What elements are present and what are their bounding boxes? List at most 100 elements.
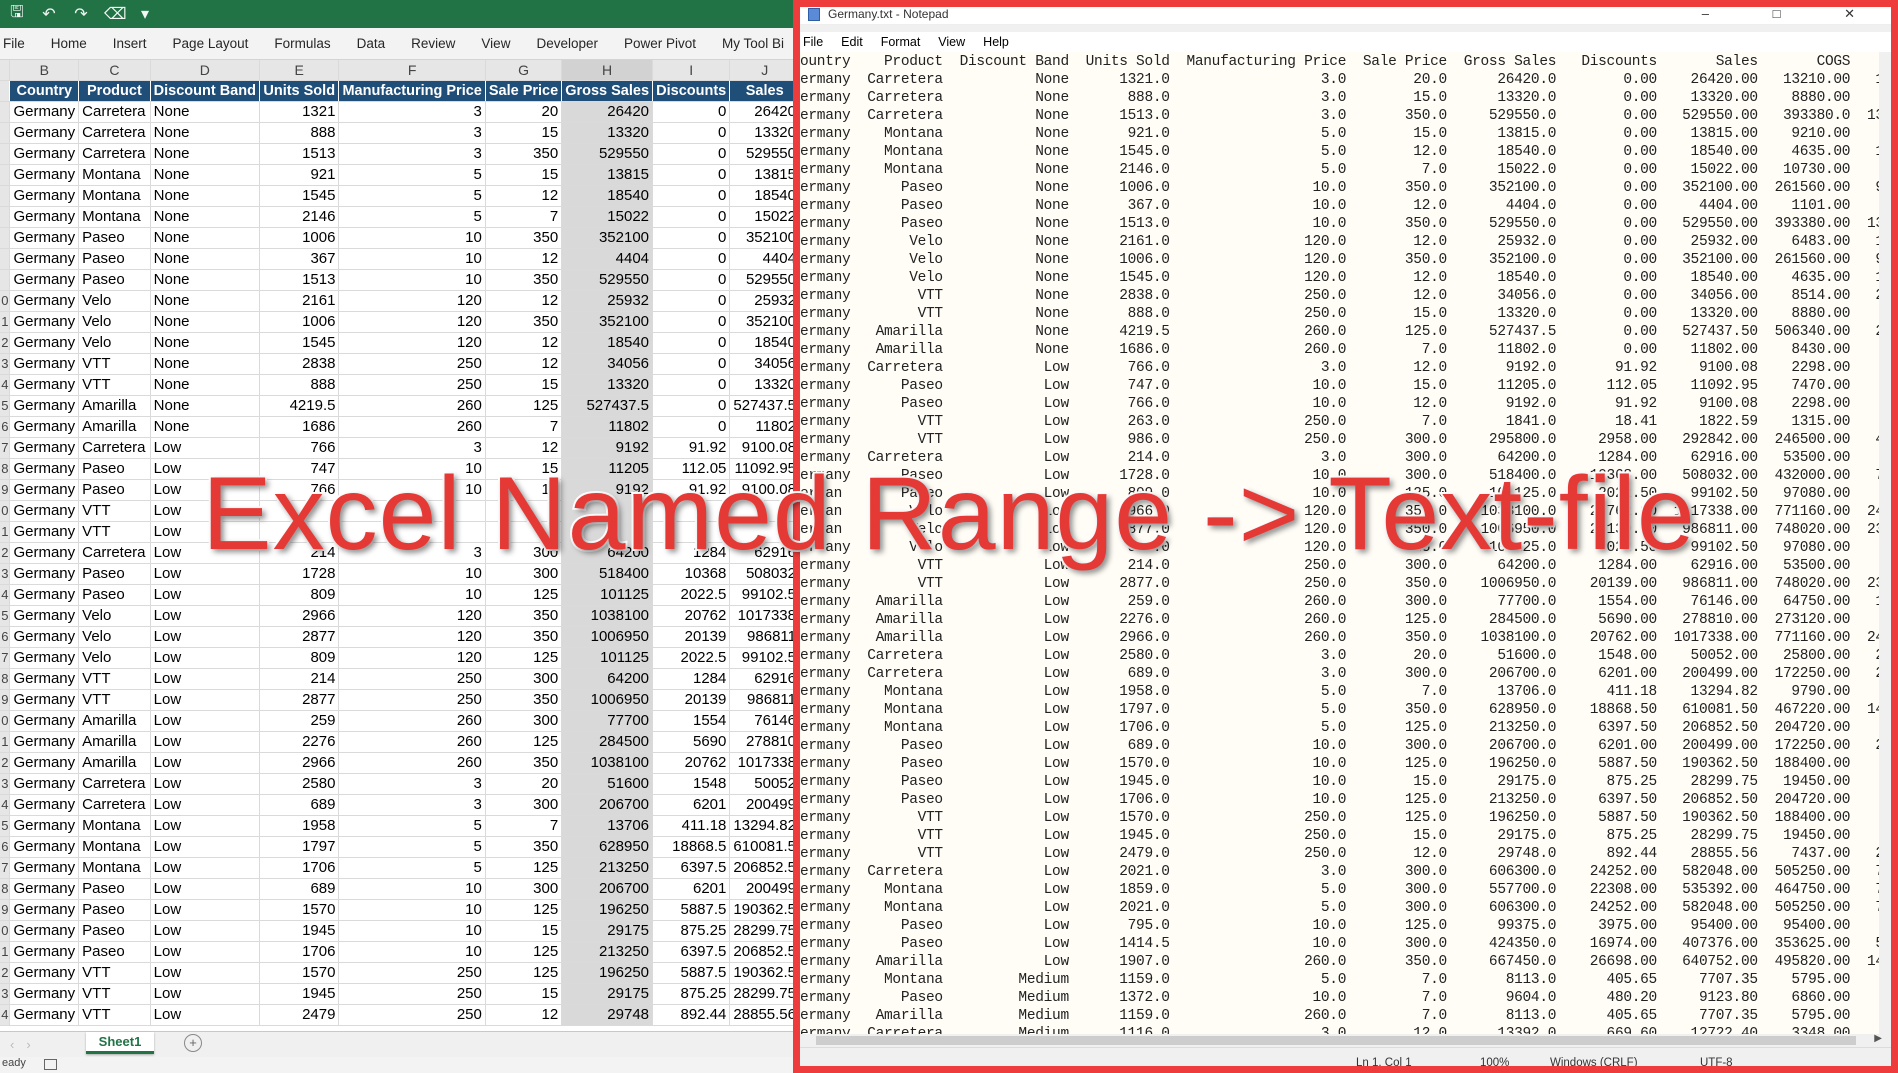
table-cell[interactable]: 300 bbox=[485, 878, 563, 900]
add-sheet-icon[interactable]: + bbox=[184, 1034, 202, 1052]
table-cell[interactable]: 76146 bbox=[729, 710, 800, 732]
table-cell[interactable]: Germany bbox=[9, 668, 80, 690]
menu-view[interactable]: View bbox=[929, 35, 974, 49]
table-cell[interactable]: 350 bbox=[485, 836, 563, 858]
table-cell[interactable]: None bbox=[150, 290, 260, 312]
table-cell[interactable]: Germany bbox=[9, 416, 80, 438]
table-cell[interactable]: VTT bbox=[78, 962, 151, 984]
table-cell[interactable]: 0 bbox=[652, 395, 731, 417]
table-cell[interactable]: 6397.5 bbox=[652, 857, 731, 879]
table-cell[interactable]: 3 bbox=[338, 542, 486, 564]
table-cell[interactable]: 15 bbox=[485, 458, 563, 480]
table-cell[interactable]: Low bbox=[150, 437, 260, 459]
table-cell[interactable]: Germany bbox=[9, 458, 80, 480]
table-cell[interactable]: 13706 bbox=[561, 815, 654, 837]
table-cell[interactable]: 190362.5 bbox=[729, 962, 800, 984]
row-header[interactable]: 5 bbox=[0, 815, 11, 837]
table-cell[interactable]: Low bbox=[150, 857, 260, 879]
column-header-d[interactable]: D bbox=[150, 60, 260, 81]
row-header[interactable]: 4 bbox=[0, 1004, 11, 1026]
table-cell[interactable]: 120 bbox=[338, 290, 486, 312]
table-cell[interactable]: Germany bbox=[9, 563, 80, 585]
row-header[interactable] bbox=[0, 80, 11, 102]
table-cell[interactable]: 352100 bbox=[729, 227, 800, 249]
table-cell[interactable]: 15 bbox=[485, 164, 563, 186]
table-cell[interactable]: Low bbox=[150, 899, 260, 921]
table-cell[interactable]: 7 bbox=[485, 206, 563, 228]
table-cell[interactable]: 2161 bbox=[259, 290, 340, 312]
row-header[interactable]: 1 bbox=[0, 731, 11, 753]
table-cell[interactable]: Germany bbox=[9, 773, 80, 795]
table-cell[interactable]: 0 bbox=[652, 374, 731, 396]
table-cell[interactable] bbox=[485, 500, 563, 522]
table-cell[interactable]: 214 bbox=[259, 542, 340, 564]
table-cell[interactable]: VTT bbox=[78, 689, 151, 711]
table-cell[interactable]: 125 bbox=[485, 731, 563, 753]
table-cell[interactable]: Low bbox=[150, 563, 260, 585]
table-cell[interactable]: 206852.5 bbox=[729, 941, 800, 963]
table-cell[interactable]: 101125 bbox=[561, 647, 654, 669]
table-cell[interactable]: 0 bbox=[652, 143, 731, 165]
row-header[interactable]: 1 bbox=[0, 521, 11, 543]
table-cell[interactable]: 2022.5 bbox=[652, 647, 731, 669]
horizontal-scrollbar[interactable]: ▶ bbox=[800, 1033, 1886, 1047]
table-cell[interactable]: 10 bbox=[338, 563, 486, 585]
table-cell[interactable]: 15 bbox=[485, 122, 563, 144]
table-cell[interactable]: 300 bbox=[485, 710, 563, 732]
table-cell[interactable]: 15022 bbox=[729, 206, 800, 228]
table-cell[interactable]: Germany bbox=[9, 269, 80, 291]
table-cell[interactable]: 1554 bbox=[652, 710, 731, 732]
table-cell[interactable]: Carretera bbox=[78, 101, 151, 123]
table-cell[interactable]: 250 bbox=[338, 374, 486, 396]
table-cell[interactable]: 7 bbox=[485, 416, 563, 438]
row-header[interactable]: 5 bbox=[0, 395, 11, 417]
row-header[interactable]: 3 bbox=[0, 563, 11, 585]
table-cell[interactable]: 747 bbox=[259, 458, 340, 480]
table-cell[interactable]: 13320 bbox=[561, 374, 654, 396]
table-cell[interactable]: Germany bbox=[9, 185, 80, 207]
table-cell[interactable]: 120 bbox=[338, 332, 486, 354]
table-cell[interactable]: Montana bbox=[78, 185, 151, 207]
table-cell[interactable]: Germany bbox=[9, 143, 80, 165]
table-cell[interactable]: 10 bbox=[338, 458, 486, 480]
table-cell[interactable]: Montana bbox=[78, 815, 151, 837]
table-cell[interactable]: 1006950 bbox=[561, 626, 654, 648]
row-header[interactable]: 6 bbox=[0, 626, 11, 648]
table-cell[interactable]: Germany bbox=[9, 647, 80, 669]
table-cell[interactable]: 10 bbox=[338, 248, 486, 270]
table-cell[interactable] bbox=[485, 521, 563, 543]
table-cell[interactable]: 5 bbox=[338, 185, 486, 207]
row-header[interactable]: 0 bbox=[0, 920, 11, 942]
table-cell[interactable]: 1006 bbox=[259, 311, 340, 333]
table-cell[interactable]: Low bbox=[150, 773, 260, 795]
row-header[interactable]: 7 bbox=[0, 857, 11, 879]
table-cell[interactable]: 1728 bbox=[259, 563, 340, 585]
table-cell[interactable]: Germany bbox=[9, 941, 80, 963]
table-cell[interactable]: 0 bbox=[652, 122, 731, 144]
table-cell[interactable]: 25932 bbox=[729, 290, 800, 312]
row-header[interactable]: 4 bbox=[0, 794, 11, 816]
table-cell[interactable]: 4219.5 bbox=[259, 395, 340, 417]
menu-file[interactable]: File bbox=[800, 35, 832, 49]
table-cell[interactable]: Germany bbox=[9, 1004, 80, 1026]
table-cell[interactable]: 50052 bbox=[729, 773, 800, 795]
table-cell[interactable]: VTT bbox=[78, 1004, 151, 1026]
table-cell[interactable]: 206852.5 bbox=[729, 857, 800, 879]
table-cell[interactable]: 120 bbox=[338, 311, 486, 333]
table-cell[interactable]: 411.18 bbox=[652, 815, 731, 837]
table-cell[interactable]: Germany bbox=[9, 290, 80, 312]
table-cell[interactable]: 0 bbox=[652, 311, 731, 333]
table-cell[interactable]: 1570 bbox=[259, 962, 340, 984]
table-cell[interactable]: Germany bbox=[9, 353, 80, 375]
table-cell[interactable]: 34056 bbox=[729, 353, 800, 375]
table-cell[interactable]: Carretera bbox=[78, 143, 151, 165]
row-header[interactable]: 3 bbox=[0, 773, 11, 795]
table-cell[interactable]: Carretera bbox=[78, 542, 151, 564]
row-header[interactable]: 4 bbox=[0, 584, 11, 606]
table-cell[interactable]: 28855.56 bbox=[729, 1004, 800, 1026]
table-cell[interactable]: 13320 bbox=[729, 374, 800, 396]
table-cell[interactable]: 300 bbox=[485, 563, 563, 585]
table-cell[interactable]: Paseo bbox=[78, 248, 151, 270]
table-cell[interactable]: 20762 bbox=[652, 752, 731, 774]
table-cell[interactable]: 0 bbox=[652, 206, 731, 228]
